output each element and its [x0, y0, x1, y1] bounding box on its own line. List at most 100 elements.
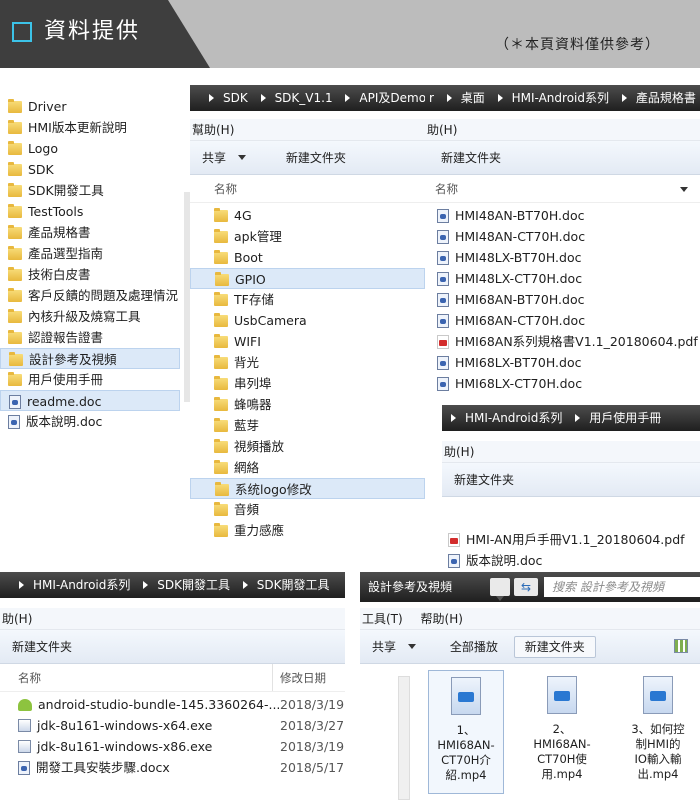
new-folder-button[interactable]: 新建文件夹	[12, 640, 72, 654]
breadcrumb-item[interactable]: HMI-Android系列	[512, 85, 609, 111]
breadcrumb[interactable]: r 桌面 HMI-Android系列 產品規格書	[425, 85, 700, 111]
menu-tools[interactable]: 工具(T)	[362, 612, 403, 626]
refresh-button[interactable]: ⇆	[514, 578, 538, 596]
folder-item[interactable]: apk管理	[190, 226, 425, 247]
address-dropdown[interactable]	[490, 578, 510, 601]
pdf-icon	[437, 335, 449, 349]
file-item[interactable]: HMI68AN-CT70H.doc	[425, 310, 700, 331]
menu-help[interactable]: 幫助(H)	[192, 123, 234, 137]
column-header-date[interactable]: 修改日期	[280, 664, 326, 692]
menu-help[interactable]: 帮助(H)	[421, 612, 463, 626]
table-row[interactable]: jdk-8u161-windows-x86.exe 2018/3/19	[0, 736, 345, 757]
list-item[interactable]: 客戶反饋的問題及處理情況	[0, 285, 180, 306]
folder-item[interactable]: WIFI	[190, 331, 425, 352]
file-item[interactable]: 版本說明.doc	[442, 550, 700, 571]
breadcrumb-item[interactable]: 產品規格書	[636, 85, 696, 111]
list-item[interactable]: SDK開發工具	[0, 180, 180, 201]
folder-item[interactable]: 背光	[190, 352, 425, 373]
search-input[interactable]: 搜索 設計參考及視頻	[544, 577, 700, 597]
list-item[interactable]: Logo	[0, 138, 180, 159]
breadcrumb-item[interactable]: r	[429, 85, 434, 111]
list-item[interactable]: 版本說明.doc	[0, 411, 180, 432]
folder-item[interactable]: GPIO	[190, 268, 425, 289]
file-item[interactable]: HMI48LX-CT70H.doc	[425, 268, 700, 289]
new-folder-button[interactable]: 新建文件夹	[441, 151, 501, 165]
file-item[interactable]: HMI68AN系列規格書V1.1_20180604.pdf	[425, 331, 700, 352]
breadcrumb-item[interactable]: 桌面	[461, 85, 485, 111]
list-item[interactable]: Driver	[0, 96, 180, 117]
folder-item[interactable]: 網絡	[190, 457, 425, 478]
list-item[interactable]: 產品規格書	[0, 222, 180, 243]
address-bar: 設計參考及視頻 ⇆ 搜索 設計參考及視頻	[360, 572, 700, 602]
list-item[interactable]: 內核升級及燒寫工具	[0, 306, 180, 327]
exe-icon	[18, 740, 31, 753]
product-spec-window: r 桌面 HMI-Android系列 產品規格書 助(H) 新建文件夹 名称 H…	[425, 85, 700, 400]
file-item[interactable]: HMI68LX-BT70H.doc	[425, 352, 700, 373]
chevron-down-icon[interactable]	[680, 187, 688, 192]
breadcrumb[interactable]: HMI-Android系列 用戶使用手冊	[442, 405, 700, 431]
list-item[interactable]: readme.doc	[0, 390, 180, 411]
new-folder-button[interactable]: 新建文件夾	[286, 151, 346, 165]
table-row[interactable]: jdk-8u161-windows-x64.exe 2018/3/27	[0, 715, 345, 736]
folder-icon	[8, 309, 22, 323]
breadcrumb-item[interactable]: API及Demo	[359, 85, 425, 111]
folder-item[interactable]: UsbCamera	[190, 310, 425, 331]
column-header-name[interactable]: 名称	[190, 175, 425, 203]
new-folder-button[interactable]: 新建文件夹	[454, 473, 514, 487]
play-all-button[interactable]: 全部播放	[450, 640, 498, 654]
scrollbar[interactable]	[398, 676, 410, 800]
view-icon[interactable]	[674, 639, 688, 653]
breadcrumb-item[interactable]: SDK	[223, 85, 248, 111]
folder-item[interactable]: 串列埠	[190, 373, 425, 394]
file-date-cell: 2018/3/19	[280, 697, 345, 712]
table-row[interactable]: android-studio-bundle-145.3360264-... 201…	[0, 694, 345, 715]
breadcrumb-item[interactable]: 用戶使用手冊	[589, 405, 661, 431]
folder-item[interactable]: Boot	[190, 247, 425, 268]
list-item[interactable]: 認證報告證書	[0, 327, 180, 348]
column-header-name[interactable]: 名称	[425, 175, 700, 203]
video-file-tile[interactable]: 3、如何控 制HMI的 IO輸入輸 出.mp4	[620, 670, 696, 794]
table-row[interactable]: 開發工具安裝步驟.docx 2018/5/17	[0, 757, 345, 778]
menu-help[interactable]: 助(H)	[427, 123, 457, 137]
folder-item[interactable]: 4G	[190, 205, 425, 226]
breadcrumb-item[interactable]: SDK開發工具	[257, 572, 330, 598]
share-button[interactable]: 共享	[372, 640, 424, 654]
share-button[interactable]: 共享	[202, 151, 254, 165]
folder-item[interactable]: 視頻播放	[190, 436, 425, 457]
video-file-tile[interactable]: 1、 HMI68AN- CT70H介 紹.mp4	[428, 670, 504, 794]
breadcrumb[interactable]: HMI-Android系列 SDK開發工具 SDK開發工具	[0, 572, 345, 598]
list-item[interactable]: SDK	[0, 159, 180, 180]
folder-item-label: 重力感應	[234, 523, 285, 538]
file-item[interactable]: HMI68AN-BT70H.doc	[425, 289, 700, 310]
list-item[interactable]: 技術白皮書	[0, 264, 180, 285]
breadcrumb-item[interactable]: SDK開發工具	[157, 572, 230, 598]
folder-item[interactable]: 音頻	[190, 499, 425, 520]
column-header-name[interactable]: 名称	[18, 671, 41, 685]
list-item[interactable]: TestTools	[0, 201, 180, 222]
file-item[interactable]: HMI-AN用戶手冊V1.1_20180604.pdf	[442, 529, 700, 550]
file-item[interactable]: HMI48LX-BT70H.doc	[425, 247, 700, 268]
file-item[interactable]: HMI48AN-CT70H.doc	[425, 226, 700, 247]
folder-item[interactable]: 藍芽	[190, 415, 425, 436]
video-file-tile[interactable]: 2、 HMI68AN- CT70H使 用.mp4	[524, 670, 600, 794]
list-item[interactable]: HMI版本更新說明	[0, 117, 180, 138]
folder-item[interactable]: 系统logo修改	[190, 478, 425, 499]
list-item[interactable]: 用戶使用手冊	[0, 369, 180, 390]
breadcrumb[interactable]: SDK SDK_V1.1 API及Demo	[190, 85, 425, 111]
menu-help[interactable]: 助(H)	[2, 612, 32, 626]
breadcrumb-item[interactable]: HMI-Android系列	[465, 405, 562, 431]
folder-item[interactable]: 重力感應	[190, 520, 425, 541]
file-item[interactable]: HMI68LX-CT70H.doc	[425, 373, 700, 394]
folder-item[interactable]: 蜂鳴器	[190, 394, 425, 415]
new-folder-button[interactable]: 新建文件夹	[513, 636, 596, 658]
breadcrumb-item[interactable]: HMI-Android系列	[33, 572, 130, 598]
file-item[interactable]: HMI48AN-BT70H.doc	[425, 205, 700, 226]
breadcrumb-item[interactable]: SDK_V1.1	[275, 85, 333, 111]
square-icon	[12, 22, 32, 42]
menu-help[interactable]: 助(H)	[444, 445, 474, 459]
address-path[interactable]: 設計參考及視頻	[368, 572, 452, 602]
list-item[interactable]: 產品選型指南	[0, 243, 180, 264]
folder-item[interactable]: TF存储	[190, 289, 425, 310]
list-item[interactable]: 設計參考及視頻	[0, 348, 180, 369]
folder-icon	[214, 208, 228, 222]
